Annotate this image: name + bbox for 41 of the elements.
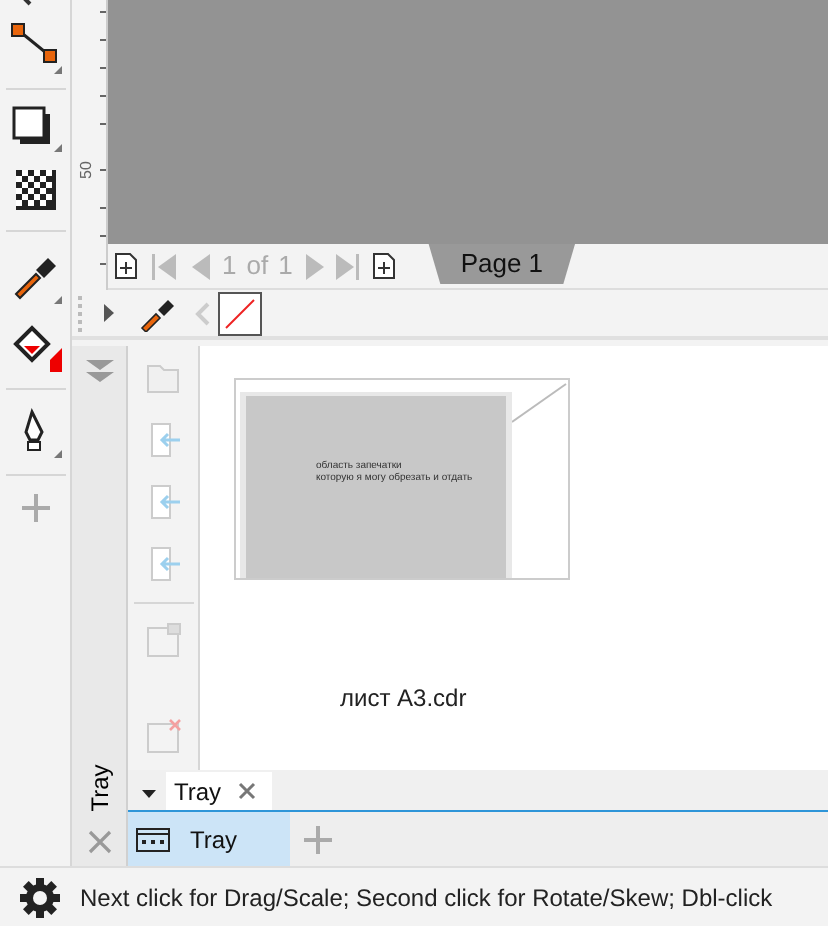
tray-icon [136, 827, 170, 851]
first-page-icon[interactable] [152, 253, 176, 279]
file-name: лист A3.cdr [340, 682, 467, 716]
new-tray-icon[interactable] [145, 622, 181, 658]
import-icon[interactable] [145, 422, 181, 458]
page-tab[interactable]: Page 1 [428, 244, 576, 284]
no-color-swatch[interactable] [218, 291, 262, 335]
add-icon[interactable] [19, 492, 51, 524]
eyedropper-icon[interactable] [9, 252, 61, 304]
current-page: 1 [222, 248, 237, 285]
add-page-icon[interactable] [114, 252, 138, 280]
eyedropper-icon[interactable] [140, 295, 176, 331]
close-icon[interactable] [87, 830, 111, 854]
next-page-icon[interactable] [306, 253, 327, 279]
docker-tab[interactable]: Tray [166, 772, 272, 810]
node-icon[interactable] [9, 22, 61, 74]
leader-line [512, 382, 568, 426]
settings-icon[interactable] [20, 877, 60, 917]
checkerboard-icon[interactable] [15, 170, 55, 210]
add-page-icon[interactable] [372, 252, 397, 280]
chevron-left-icon[interactable] [194, 301, 210, 325]
dropdown-arrow-icon[interactable] [142, 790, 156, 798]
collapse-icon[interactable] [85, 360, 113, 384]
delete-tray-icon[interactable] [145, 718, 181, 754]
drop-shadow-icon[interactable] [9, 104, 61, 152]
import-icon[interactable] [145, 546, 181, 582]
import-icon[interactable] [145, 484, 181, 520]
close-icon[interactable] [237, 782, 256, 800]
page-of-label: of [246, 248, 269, 285]
fill-icon[interactable] [9, 320, 61, 372]
last-page-icon[interactable] [336, 253, 361, 279]
add-icon[interactable] [304, 825, 332, 853]
previous-page-icon[interactable] [190, 253, 210, 279]
docker-label[interactable]: Tray [81, 764, 117, 812]
folder-icon[interactable] [145, 362, 181, 394]
status-text: Next click for Drag/Scale; Second click for Rotate/Skew; Dbl-click [80, 881, 773, 915]
expand-arrow-icon[interactable] [104, 304, 114, 322]
tray-tab[interactable]: Tray [128, 812, 290, 866]
grip-handle[interactable] [78, 295, 86, 331]
page-total: 1 [278, 248, 293, 285]
ruler-label: 50 [78, 161, 94, 179]
